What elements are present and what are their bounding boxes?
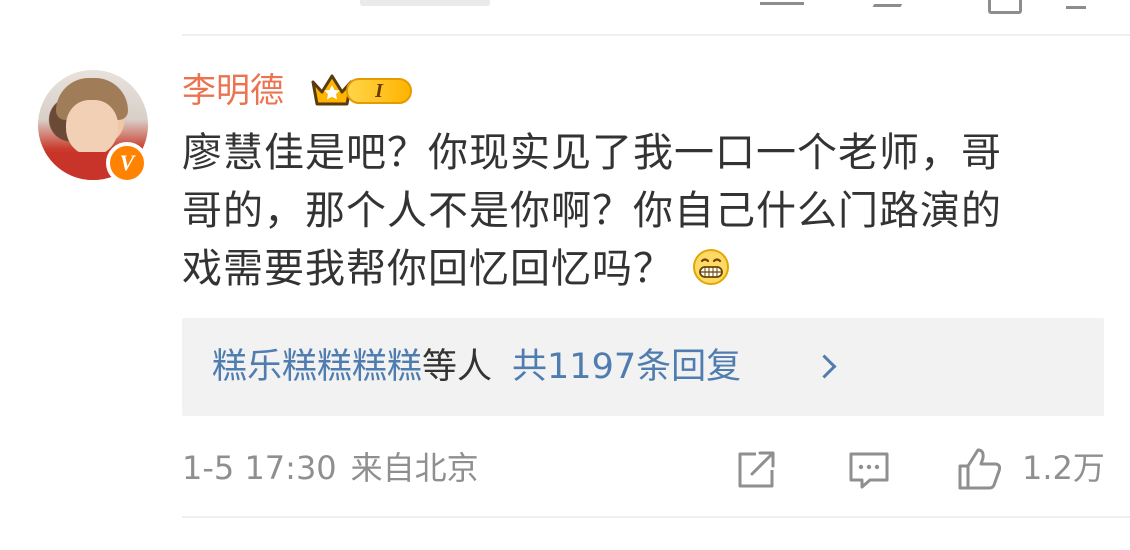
comment-line-text: 戏需要我帮你回忆回忆吗？ (182, 246, 674, 292)
replies-summary: 糕乐糕糕糕糕等人 共1197条回复 (212, 318, 741, 416)
vip-badge[interactable]: I (310, 70, 422, 110)
divider (182, 516, 1130, 518)
previous-comment-text-fragment (360, 0, 490, 6)
like-button[interactable] (956, 444, 1004, 494)
previous-share-icon (760, 0, 804, 5)
replies-etc-label: 等人 (422, 347, 493, 387)
username[interactable]: 李明德 (182, 68, 284, 114)
previous-comment-icon (988, 0, 1022, 14)
reply-button[interactable] (846, 444, 892, 494)
avatar-face (66, 100, 118, 156)
chevron-right-icon (812, 354, 837, 379)
timestamp: 1-5 17:30 (182, 449, 337, 487)
comment-line: 哥的，那个人不是你啊？你自己什么门路演的 (182, 188, 1002, 234)
grin-emoji-icon (693, 249, 729, 285)
verified-v-icon: V (106, 142, 148, 184)
comment-screen: V 李明德 I 廖慧佳是吧？你现实见了我一口一个老师，哥 哥的，那个人不是你啊？… (0, 0, 1130, 550)
divider (182, 34, 1130, 36)
previous-comment-actions (0, 0, 1130, 20)
thumbs-up-icon (958, 448, 1002, 490)
like-count: 1.2万 (1022, 449, 1105, 487)
vip-level-label: I (346, 78, 412, 104)
previous-reply-icon (872, 0, 912, 7)
comment-line: 廖慧佳是吧？你现实见了我一口一个老师，哥 (182, 130, 1002, 176)
replies-preview[interactable]: 糕乐糕糕糕糕等人 共1197条回复 (182, 318, 1104, 416)
comment-icon (849, 452, 889, 489)
comment-meta: 1-5 17:30 来自北京 (182, 442, 479, 494)
replies-total-link[interactable]: 共1197条回复 (512, 347, 741, 387)
previous-like-icon (1066, 0, 1086, 9)
reply-user-names[interactable]: 糕乐糕糕糕糕 (212, 347, 422, 387)
location: 来自北京 (350, 449, 479, 487)
comment-line: 戏需要我帮你回忆回忆吗？ (182, 240, 1082, 298)
share-icon (738, 451, 775, 488)
share-button[interactable] (734, 444, 778, 494)
comment-body: 廖慧佳是吧？你现实见了我一口一个老师，哥 哥的，那个人不是你啊？你自己什么门路演… (182, 124, 1082, 298)
